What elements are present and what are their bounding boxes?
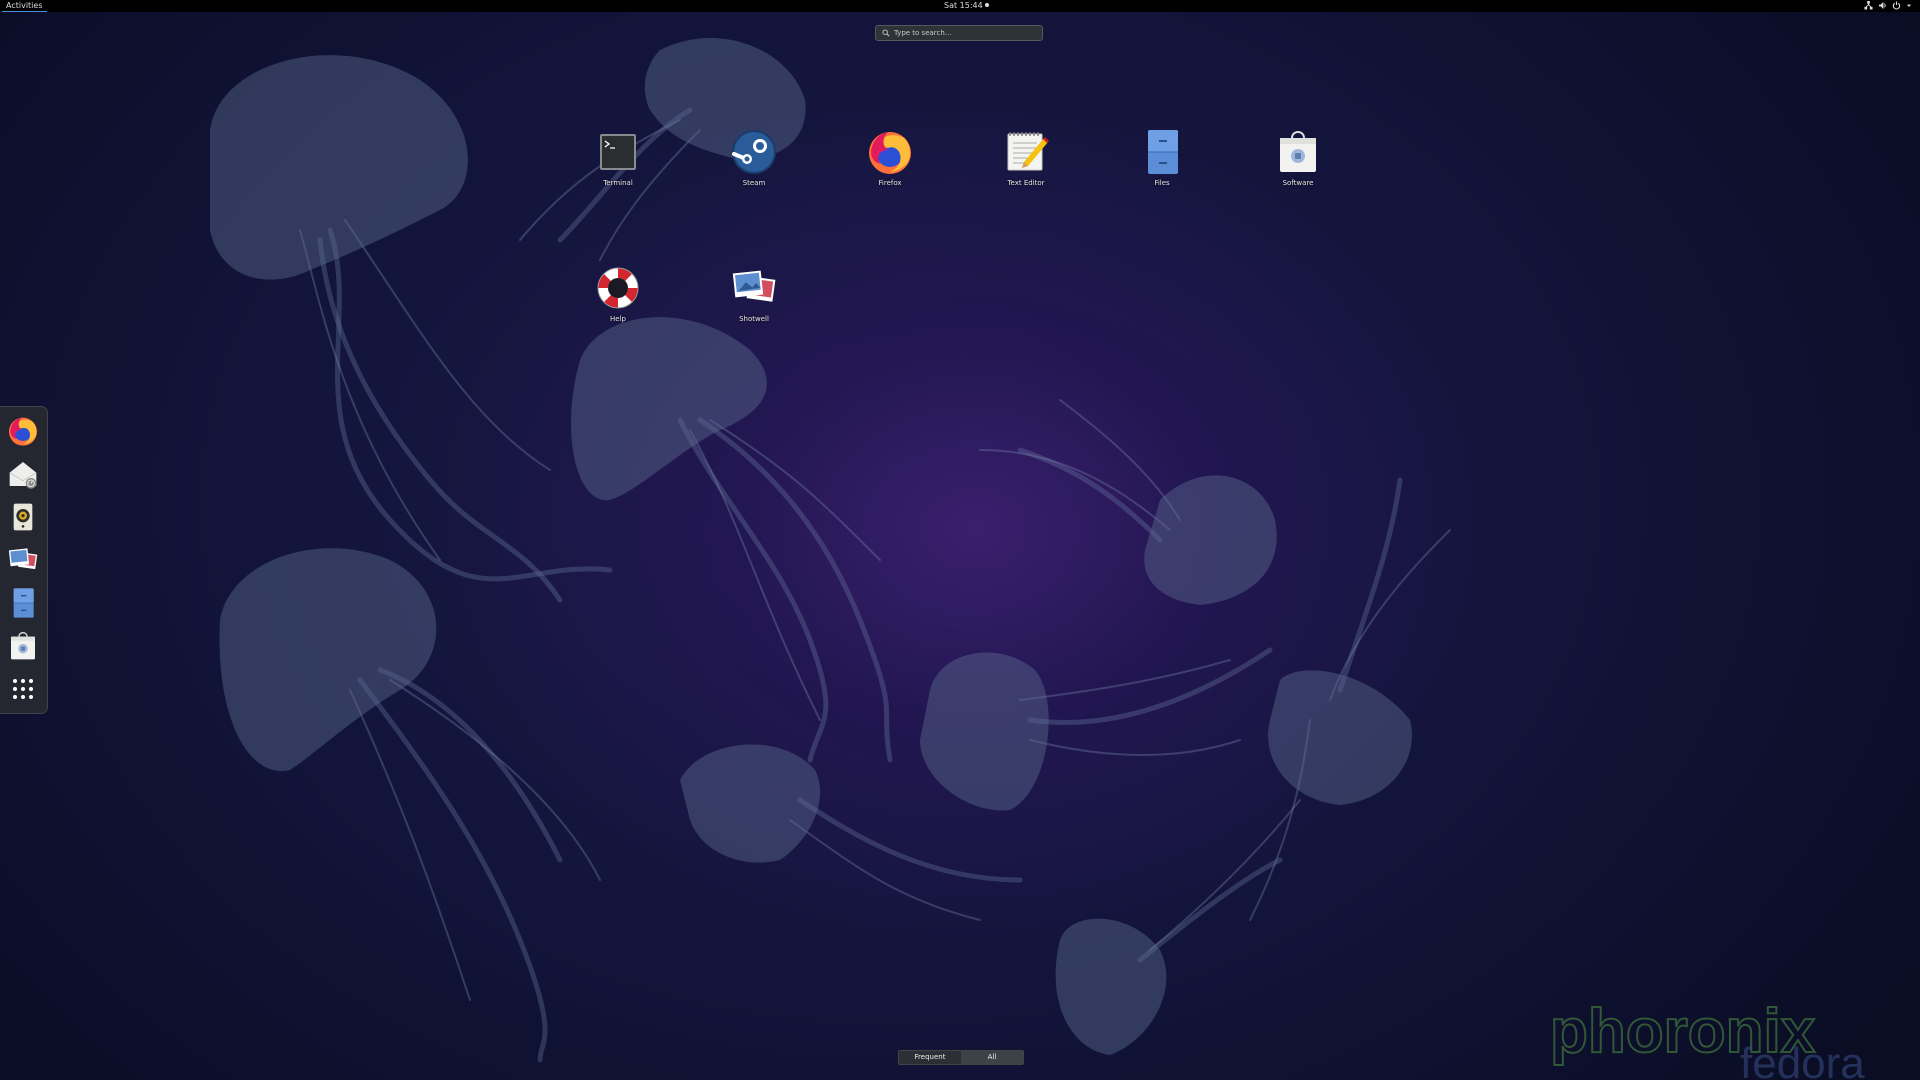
files-icon xyxy=(13,588,34,618)
help-icon xyxy=(597,267,639,309)
arrow-down-icon xyxy=(1906,4,1912,7)
show-applications-button[interactable] xyxy=(7,673,39,705)
app-label: Shotwell xyxy=(739,315,769,323)
dash-item-software[interactable] xyxy=(7,630,39,662)
firefox-icon xyxy=(9,417,37,446)
notification-dot-icon xyxy=(984,3,989,7)
dash-item-evolution[interactable] xyxy=(7,458,39,490)
dash-item-files[interactable] xyxy=(7,587,39,619)
search-field[interactable] xyxy=(875,25,1043,41)
volume-icon xyxy=(1878,1,1886,10)
network-icon xyxy=(1864,1,1873,10)
app-label: Help xyxy=(610,315,626,323)
power-icon xyxy=(1892,1,1901,10)
text-editor-icon xyxy=(1007,132,1050,171)
app-label: Terminal xyxy=(603,179,633,187)
search-icon xyxy=(882,29,890,37)
app-label: Files xyxy=(1154,179,1170,187)
shotwell-icon xyxy=(732,270,776,302)
view-selector: Frequent All xyxy=(898,1050,1024,1065)
phoronix-watermark: phoronix fedora xyxy=(1550,1000,1865,1080)
activities-button[interactable]: Activities xyxy=(0,0,49,12)
app-files[interactable]: Files xyxy=(1112,128,1212,187)
app-firefox[interactable]: Firefox xyxy=(840,128,940,187)
shotwell-icon xyxy=(8,548,38,570)
app-terminal[interactable]: Terminal xyxy=(568,128,668,187)
app-shotwell[interactable]: Shotwell xyxy=(704,264,804,323)
firefox-icon xyxy=(869,132,911,174)
app-text-editor[interactable]: Text Editor xyxy=(976,128,1076,187)
app-help[interactable]: Help xyxy=(568,264,668,323)
desktop-wallpaper xyxy=(210,38,1451,1063)
dash-item-firefox[interactable] xyxy=(7,415,39,447)
all-tab[interactable]: All xyxy=(961,1051,1023,1064)
software-icon xyxy=(11,632,35,660)
dash xyxy=(0,406,48,714)
svg-text:fedora: fedora xyxy=(1740,1039,1865,1080)
top-bar: Activities Sat 15:44 xyxy=(0,0,1920,12)
evolution-icon xyxy=(9,462,37,489)
app-label: Text Editor xyxy=(1007,179,1045,187)
show-applications-icon xyxy=(13,679,33,699)
system-status-area[interactable] xyxy=(1864,1,1912,10)
app-label: Steam xyxy=(742,179,766,187)
files-icon xyxy=(1148,130,1178,174)
app-label: Firefox xyxy=(878,179,902,187)
steam-icon xyxy=(732,130,776,174)
dash-item-shotwell[interactable] xyxy=(7,544,39,576)
terminal-icon xyxy=(600,134,636,170)
clock[interactable]: Sat 15:44 xyxy=(944,0,989,12)
app-label: Software xyxy=(1282,179,1314,187)
app-steam[interactable]: Steam xyxy=(704,128,804,187)
rhythmbox-icon xyxy=(13,503,33,531)
search-input[interactable] xyxy=(894,29,1034,37)
clock-label: Sat 15:44 xyxy=(944,1,983,10)
dash-item-rhythmbox[interactable] xyxy=(7,501,39,533)
frequent-tab[interactable]: Frequent xyxy=(899,1051,961,1064)
app-software[interactable]: Software xyxy=(1248,128,1348,187)
software-icon xyxy=(1280,131,1316,172)
